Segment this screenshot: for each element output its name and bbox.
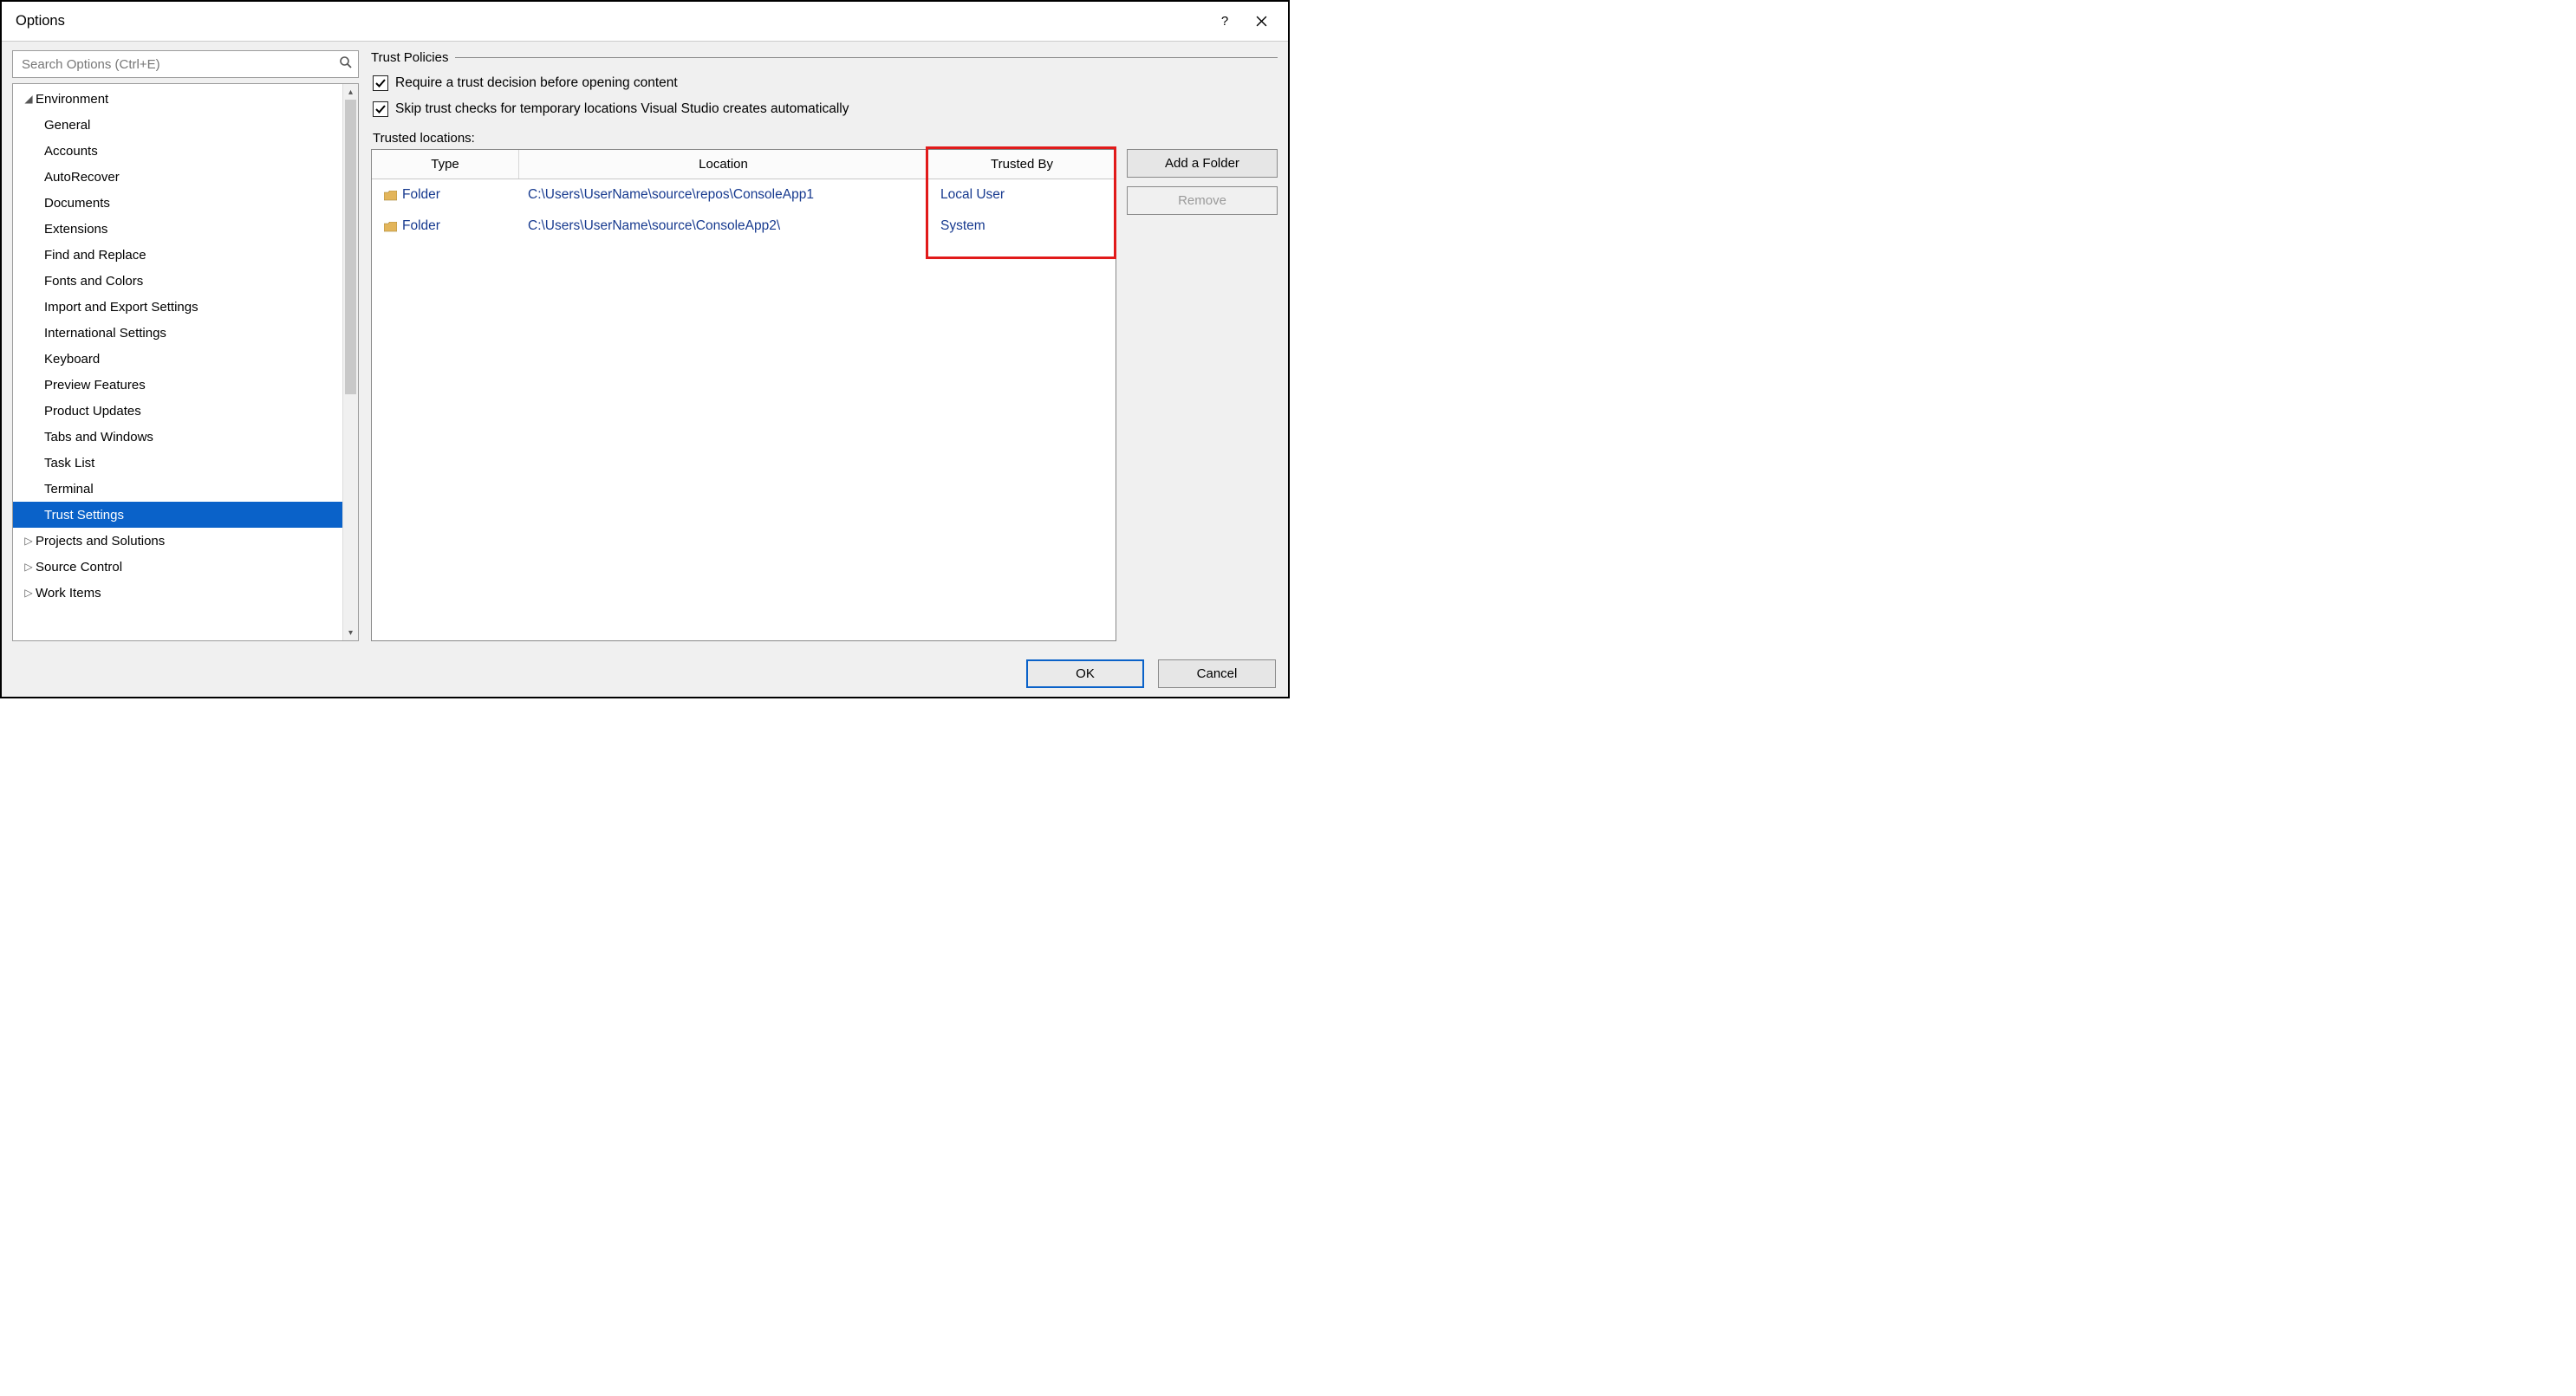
- search-box[interactable]: [12, 50, 359, 78]
- close-button[interactable]: [1243, 2, 1279, 41]
- scroll-down-icon[interactable]: ▾: [343, 625, 358, 640]
- ok-button[interactable]: OK: [1026, 659, 1144, 688]
- require-trust-checkbox[interactable]: [373, 75, 388, 91]
- col-location-header[interactable]: Location: [519, 150, 928, 179]
- folder-icon: [384, 221, 397, 231]
- require-trust-label: Require a trust decision before opening …: [395, 75, 678, 91]
- chevron-right-icon: ▷: [23, 561, 34, 573]
- chevron-right-icon: ▷: [23, 587, 34, 599]
- cell-location: C:\Users\UserName\source\ConsoleApp2\: [528, 218, 780, 234]
- section-header: Trust Policies: [371, 50, 1278, 65]
- check-icon: [374, 77, 387, 89]
- tree-item-keyboard[interactable]: Keyboard: [13, 346, 358, 372]
- tree-item-product-updates[interactable]: Product Updates: [13, 398, 358, 424]
- dialog-footer: OK Cancel: [2, 650, 1288, 697]
- cell-type: Folder: [402, 187, 440, 203]
- tree-item-fonts-and-colors[interactable]: Fonts and Colors: [13, 268, 358, 294]
- table-row[interactable]: Folder C:\Users\UserName\source\ConsoleAp…: [372, 211, 1116, 242]
- tree-item-general[interactable]: General: [13, 112, 358, 138]
- tree-item-terminal[interactable]: Terminal: [13, 476, 358, 502]
- tree-item-extensions[interactable]: Extensions: [13, 216, 358, 242]
- tree-item-import-and-export-settings[interactable]: Import and Export Settings: [13, 294, 358, 320]
- trusted-locations-table[interactable]: Type Location Trusted By Folder C:\Users\…: [371, 149, 1116, 641]
- tree-item-work-items[interactable]: ▷Work Items: [13, 580, 358, 606]
- tree-item-trust-settings[interactable]: Trust Settings: [13, 502, 358, 528]
- remove-button: Remove: [1127, 186, 1278, 215]
- cell-trustedby: Local User: [940, 187, 1005, 203]
- col-type-header[interactable]: Type: [372, 150, 519, 179]
- chevron-right-icon: ▷: [23, 535, 34, 547]
- chevron-down-icon: ◢: [23, 93, 34, 105]
- tree-item-environment[interactable]: ◢Environment: [13, 86, 358, 112]
- window-title: Options: [16, 13, 1207, 29]
- cancel-button[interactable]: Cancel: [1158, 659, 1276, 688]
- tree-item-international-settings[interactable]: International Settings: [13, 320, 358, 346]
- tree-item-source-control[interactable]: ▷Source Control: [13, 554, 358, 580]
- titlebar: Options ?: [2, 2, 1288, 42]
- skip-temp-label: Skip trust checks for temporary location…: [395, 101, 849, 117]
- options-tree[interactable]: ◢EnvironmentGeneralAccountsAutoRecoverDo…: [12, 83, 359, 641]
- tree-item-accounts[interactable]: Accounts: [13, 138, 358, 164]
- tree-item-task-list[interactable]: Task List: [13, 450, 358, 476]
- table-header: Type Location Trusted By: [372, 150, 1116, 179]
- search-input[interactable]: [20, 56, 339, 73]
- tree-item-projects-and-solutions[interactable]: ▷Projects and Solutions: [13, 528, 358, 554]
- section-title: Trust Policies: [371, 50, 448, 65]
- skip-temp-checkbox[interactable]: [373, 101, 388, 117]
- help-button[interactable]: ?: [1207, 2, 1243, 41]
- table-row[interactable]: Folder C:\Users\UserName\source\repos\Con…: [372, 179, 1116, 211]
- scrollbar-thumb[interactable]: [345, 100, 356, 394]
- close-icon: [1256, 16, 1267, 27]
- tree-item-documents[interactable]: Documents: [13, 190, 358, 216]
- check-icon: [374, 103, 387, 115]
- trusted-locations-label: Trusted locations:: [373, 131, 1278, 146]
- cell-type: Folder: [402, 218, 440, 234]
- tree-item-find-and-replace[interactable]: Find and Replace: [13, 242, 358, 268]
- cell-trustedby: System: [940, 218, 986, 234]
- tree-scrollbar[interactable]: ▴ ▾: [342, 84, 358, 640]
- tree-item-preview-features[interactable]: Preview Features: [13, 372, 358, 398]
- scroll-up-icon[interactable]: ▴: [343, 84, 358, 100]
- cell-location: C:\Users\UserName\source\repos\ConsoleAp…: [528, 187, 814, 203]
- search-icon: [339, 55, 353, 73]
- col-trustedby-header[interactable]: Trusted By: [928, 150, 1116, 179]
- tree-item-tabs-and-windows[interactable]: Tabs and Windows: [13, 424, 358, 450]
- folder-icon: [384, 190, 397, 200]
- add-folder-button[interactable]: Add a Folder: [1127, 149, 1278, 178]
- tree-item-autorecover[interactable]: AutoRecover: [13, 164, 358, 190]
